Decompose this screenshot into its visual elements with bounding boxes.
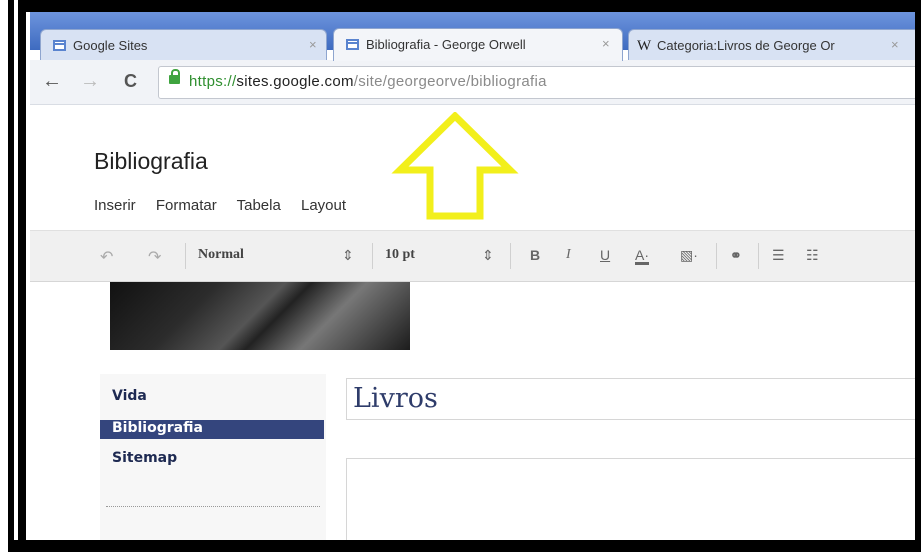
menu-inserir[interactable]: Inserir [94,197,136,214]
wikipedia-icon: W [637,38,652,54]
redo-icon[interactable]: ↷ [148,247,161,267]
page-title: Bibliografia [94,148,208,174]
italic-icon[interactable]: I [566,247,571,263]
undo-icon[interactable]: ↶ [100,247,113,267]
sidebar-item-sitemap[interactable]: Sitemap [112,450,177,466]
content-heading: Livros [353,383,438,414]
content-body[interactable] [346,458,915,540]
up-arrow-annotation-icon [391,112,519,220]
browser-window: Google Sites × Bibliografia - George Orw… [30,12,915,540]
address-toolbar: ← → C https://sites.google.com/site/geor… [30,60,915,105]
bold-icon[interactable]: B [530,247,540,263]
text-color-icon[interactable]: A· [635,247,649,263]
tab-categoria[interactable]: W Categoria:Livros de George Or × [628,29,915,60]
sidebar-navigation: Vida Bibliografia Sitemap [100,374,326,540]
header-photo [110,282,410,350]
tab-bibliografia[interactable]: Bibliografia - George Orwell × [333,28,623,61]
separator [510,243,511,269]
heading-block[interactable]: Livros [346,378,915,420]
bullet-list-icon[interactable]: ☷ [806,247,819,264]
sidebar-item-vida[interactable]: Vida [112,388,147,404]
frame-border-top [8,0,921,12]
menu-tabela[interactable]: Tabela [237,197,281,214]
frame-border-bottom [8,540,921,552]
tab-close-icon[interactable]: × [602,36,610,51]
tab-title: Bibliografia - George Orwell [366,37,526,52]
menu-layout[interactable]: Layout [301,197,346,214]
tab-strip: Google Sites × Bibliografia - George Orw… [30,12,915,61]
url-text: https://sites.google.com/site/georgeorve… [189,73,547,90]
menu-formatar[interactable]: Formatar [156,197,217,214]
link-icon[interactable]: ⚭ [730,247,742,264]
frame-border-right [915,0,921,552]
tab-close-icon[interactable]: × [891,37,899,52]
divider [106,506,320,507]
edit-menu-bar: Inserir Formatar Tabela Layout [94,197,362,214]
frame-border-left-inner [14,0,18,552]
chevron-updown-icon: ⇕ [482,247,494,263]
address-bar[interactable]: https://sites.google.com/site/georgeorve… [158,66,915,99]
numbered-list-icon[interactable]: ☰ [772,247,785,264]
forward-arrow-icon[interactable]: → [80,70,100,93]
sites-favicon-icon [53,40,66,51]
tab-title: Categoria:Livros de George Or [657,38,835,53]
highlight-color-icon[interactable]: ▧· [680,247,698,264]
tab-google-sites[interactable]: Google Sites × [40,29,327,60]
chevron-updown-icon: ⇕ [342,247,354,263]
sidebar-item-bibliografia[interactable]: Bibliografia [100,420,324,439]
sites-favicon-icon [346,39,359,50]
separator [716,243,717,269]
lock-icon [169,69,180,84]
reload-icon[interactable]: C [124,71,137,92]
style-select[interactable]: Normal [198,247,244,263]
tab-close-icon[interactable]: × [309,37,317,52]
underline-icon[interactable]: U [600,247,610,263]
editor-toolbar: ↶ ↷ Normal ⇕ 10 pt ⇕ B I U A· ▧· ⚭ ☰ ☷ [30,230,915,282]
tab-title: Google Sites [73,38,148,53]
font-size-select[interactable]: 10 pt [385,247,415,263]
separator [372,243,373,269]
back-arrow-icon[interactable]: ← [42,70,62,93]
separator [758,243,759,269]
separator [185,243,186,269]
